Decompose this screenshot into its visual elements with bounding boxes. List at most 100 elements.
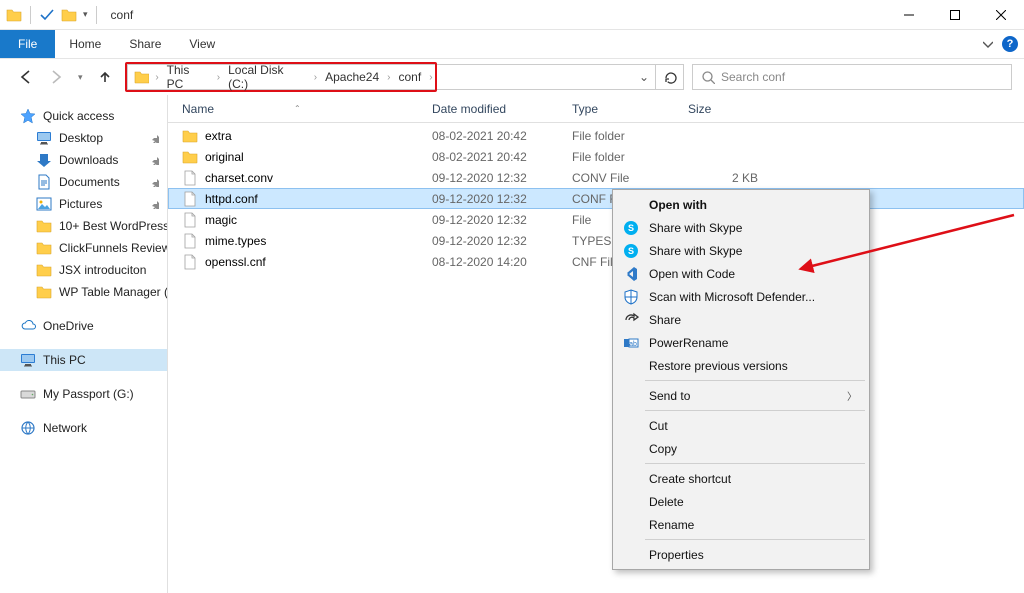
chevron-right-icon[interactable]: ›: [312, 72, 319, 83]
tab-file[interactable]: File: [0, 30, 55, 58]
sidebar-item-desktop[interactable]: Desktop: [0, 127, 167, 149]
ctx-open-with[interactable]: Open with: [615, 193, 867, 216]
file-icon: [182, 191, 198, 207]
sidebar-item-folder[interactable]: WP Table Manager (: [0, 281, 167, 303]
column-headers: Name⌃ Date modified Type Size: [168, 95, 1024, 123]
ctx-cut[interactable]: Cut: [615, 414, 867, 437]
ctx-share-skype[interactable]: Share with Skype: [615, 216, 867, 239]
sidebar-network[interactable]: Network: [0, 417, 167, 439]
context-menu-separator: [645, 380, 865, 381]
crumb-drive[interactable]: Local Disk (C:): [222, 65, 312, 89]
ctx-properties[interactable]: Properties: [615, 543, 867, 566]
column-date[interactable]: Date modified: [432, 95, 572, 122]
ctx-copy[interactable]: Copy: [615, 437, 867, 460]
tab-view[interactable]: View: [175, 30, 229, 58]
documents-icon: [36, 174, 52, 190]
drive-icon: [20, 386, 36, 402]
chevron-right-icon[interactable]: ›: [153, 72, 160, 83]
new-folder-icon[interactable]: [61, 7, 77, 23]
file-name: original: [205, 150, 244, 164]
sidebar-label: This PC: [43, 353, 86, 367]
context-menu-separator: [645, 410, 865, 411]
shield-icon: [623, 289, 639, 305]
sidebar-quick-access[interactable]: Quick access: [0, 105, 167, 127]
ribbon-tabs: File Home Share View ?: [0, 30, 1024, 59]
sidebar-label: Desktop: [59, 131, 103, 145]
sidebar-this-pc[interactable]: This PC: [0, 349, 167, 371]
ctx-share[interactable]: Share: [615, 308, 867, 331]
nav-up-button[interactable]: [97, 69, 113, 85]
ctx-send-to[interactable]: Send to〉: [615, 384, 867, 407]
chevron-right-icon[interactable]: ›: [385, 72, 392, 83]
file-row[interactable]: mime.types09-12-2020 12:32TYPES File: [168, 230, 1024, 251]
sidebar-item-pictures[interactable]: Pictures: [0, 193, 167, 215]
context-menu-separator: [645, 539, 865, 540]
ctx-create-shortcut[interactable]: Create shortcut: [615, 467, 867, 490]
pictures-icon: [36, 196, 52, 212]
window-controls: [886, 0, 1024, 29]
sidebar-item-folder[interactable]: ClickFunnels Review: [0, 237, 167, 259]
ctx-delete[interactable]: Delete: [615, 490, 867, 513]
chevron-right-icon[interactable]: ›: [215, 72, 222, 83]
file-row[interactable]: openssl.cnf08-12-2020 14:20CNF File: [168, 251, 1024, 272]
file-row[interactable]: httpd.conf09-12-2020 12:32CONF File: [168, 188, 1024, 209]
desktop-icon: [36, 130, 52, 146]
file-type: CONV File: [572, 171, 688, 185]
quick-access-toolbar: ▾: [0, 0, 105, 29]
file-icon: [182, 170, 198, 186]
sidebar-item-folder[interactable]: JSX introduciton: [0, 259, 167, 281]
file-date: 09-12-2020 12:32: [432, 234, 572, 248]
nav-back-button[interactable]: [18, 69, 34, 85]
address-bar[interactable]: › This PC › Local Disk (C:) › Apache24 ›…: [127, 64, 435, 90]
crumb-conf[interactable]: conf: [393, 65, 428, 89]
tab-home[interactable]: Home: [55, 30, 115, 58]
sidebar-onedrive[interactable]: OneDrive: [0, 315, 167, 337]
search-placeholder: Search conf: [721, 70, 785, 84]
qat-dropdown-icon[interactable]: ▾: [83, 9, 88, 20]
folder-icon: [6, 7, 22, 23]
address-bar-extra[interactable]: ⌄: [437, 64, 656, 90]
file-name: mime.types: [205, 234, 266, 248]
ctx-share-skype[interactable]: Share with Skype: [615, 239, 867, 262]
sidebar-passport[interactable]: My Passport (G:): [0, 383, 167, 405]
ctx-rename[interactable]: Rename: [615, 513, 867, 536]
tab-share[interactable]: Share: [115, 30, 175, 58]
sidebar-item-downloads[interactable]: Downloads: [0, 149, 167, 171]
annotation-highlight: › This PC › Local Disk (C:) › Apache24 ›…: [125, 62, 437, 92]
sidebar-label: Network: [43, 421, 87, 435]
sidebar-label: Quick access: [43, 109, 114, 123]
search-box[interactable]: Search conf: [692, 64, 1012, 90]
sidebar-item-folder[interactable]: 10+ Best WordPress: [0, 215, 167, 237]
search-icon: [701, 70, 715, 84]
file-row[interactable]: charset.conv09-12-2020 12:32CONV File2 K…: [168, 167, 1024, 188]
help-icon[interactable]: ?: [1002, 36, 1018, 52]
file-row[interactable]: extra08-02-2021 20:42File folder: [168, 125, 1024, 146]
crumb-this-pc[interactable]: This PC: [161, 65, 215, 89]
properties-check-icon[interactable]: [39, 7, 55, 23]
column-type[interactable]: Type: [572, 95, 688, 122]
ctx-scan-defender[interactable]: Scan with Microsoft Defender...: [615, 285, 867, 308]
ctx-restore-previous[interactable]: Restore previous versions: [615, 354, 867, 377]
ctx-powerrename[interactable]: PowerRename: [615, 331, 867, 354]
file-row[interactable]: original08-02-2021 20:42File folder: [168, 146, 1024, 167]
file-name: magic: [205, 213, 237, 227]
minimize-button[interactable]: [886, 0, 932, 29]
pin-icon: [149, 177, 159, 187]
file-name: extra: [205, 129, 232, 143]
nav-recent-dropdown[interactable]: ▾: [78, 72, 83, 83]
ribbon-expand-icon[interactable]: [978, 34, 998, 54]
refresh-button[interactable]: [656, 64, 684, 90]
file-row[interactable]: magic09-12-2020 12:32File: [168, 209, 1024, 230]
close-button[interactable]: [978, 0, 1024, 29]
column-name[interactable]: Name⌃: [176, 95, 432, 122]
star-icon: [20, 108, 36, 124]
crumb-apache[interactable]: Apache24: [319, 65, 385, 89]
maximize-button[interactable]: [932, 0, 978, 29]
ctx-open-with-code[interactable]: Open with Code: [615, 262, 867, 285]
sidebar-item-documents[interactable]: Documents: [0, 171, 167, 193]
network-icon: [20, 420, 36, 436]
chevron-right-icon[interactable]: ›: [427, 72, 434, 83]
nav-forward-button[interactable]: [48, 69, 64, 85]
address-history-dropdown[interactable]: ⌄: [633, 70, 655, 84]
column-size[interactable]: Size: [688, 95, 768, 122]
